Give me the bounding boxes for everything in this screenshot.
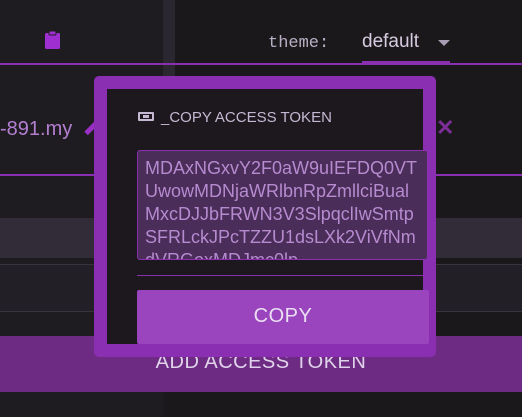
copy-button[interactable]: COPY	[137, 290, 429, 344]
dialog-body: _COPY ACCESS TOKEN MDAxNGxvY2F0aW9uIEFDQ…	[107, 89, 429, 344]
close-icon[interactable]: ✕	[436, 115, 454, 141]
divider	[0, 63, 522, 65]
clipboard-icon[interactable]	[44, 30, 61, 50]
dialog-title: _COPY ACCESS TOKEN	[161, 109, 332, 126]
copy-token-dialog: _COPY ACCESS TOKEN MDAxNGxvY2F0aW9uIEFDQ…	[94, 76, 436, 357]
token-row-name: -891.my	[0, 118, 73, 140]
ticket-icon	[138, 112, 154, 121]
token-value: MDAxNGxvY2F0aW9uIEFDQ0VTUwowMDNjaWRlbnRp…	[145, 158, 418, 260]
chevron-down-icon	[438, 40, 450, 46]
theme-select[interactable]: default	[362, 28, 450, 63]
theme-label: theme:	[268, 34, 330, 53]
theme-select-value: default	[362, 31, 420, 52]
token-textarea[interactable]: MDAxNGxvY2F0aW9uIEFDQ0VTUwowMDNjaWRlbnRp…	[137, 150, 428, 260]
divider	[137, 275, 429, 276]
